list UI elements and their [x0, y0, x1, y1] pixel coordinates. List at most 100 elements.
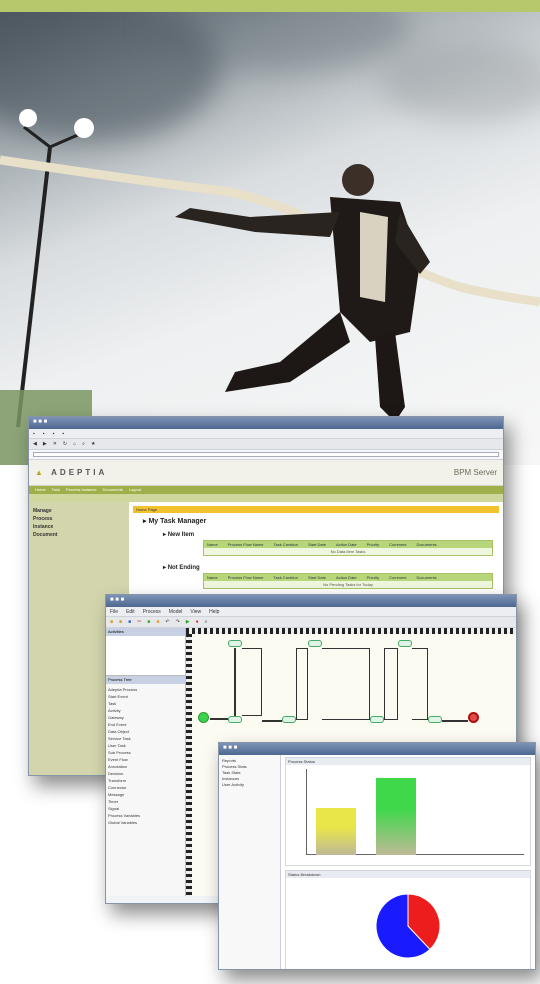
menu-item[interactable]: Help [209, 609, 219, 615]
menu-item[interactable]: Model [169, 609, 183, 615]
column-header[interactable]: Priority [367, 542, 379, 547]
panel-title: Process Status [286, 758, 530, 765]
ruler-top [186, 628, 516, 634]
tree-item[interactable]: Service Task [108, 735, 183, 742]
nav-home[interactable]: Home [35, 487, 46, 493]
tree-item[interactable]: End Event [108, 721, 183, 728]
tree-item[interactable]: Task [108, 700, 183, 707]
tree-item[interactable]: Event Flow [108, 756, 183, 763]
tree-item[interactable]: Activity [108, 707, 183, 714]
pending-section-heading[interactable]: ▸ Not Ending [163, 564, 499, 571]
tree-item[interactable]: Transform [108, 777, 183, 784]
refresh-icon[interactable]: ↻ [63, 441, 67, 447]
open-icon[interactable]: ■ [119, 619, 122, 625]
task-node[interactable] [370, 716, 384, 723]
logo-mark-icon: ▲ [35, 468, 46, 477]
favorites-icon[interactable]: ★ [91, 441, 95, 447]
home-icon[interactable]: ⌂ [73, 441, 76, 447]
tree-item[interactable]: Timer [108, 798, 183, 805]
tree-item[interactable]: Sub Process [108, 749, 183, 756]
sidebar-item-manage[interactable]: Manage [33, 508, 125, 514]
process-tree: Adeptia Process Start Event Task Activit… [106, 684, 185, 828]
tree-item[interactable]: Connector [108, 784, 183, 791]
tree-item[interactable]: Annotation [108, 763, 183, 770]
column-header[interactable]: Priority [367, 575, 379, 580]
menu-item[interactable]: ▪ [62, 431, 64, 437]
column-header[interactable]: Start Date [308, 542, 326, 547]
column-header[interactable]: Comment [389, 575, 406, 580]
task-node[interactable] [308, 640, 322, 647]
save-icon[interactable]: ■ [128, 619, 131, 625]
task-node[interactable] [282, 716, 296, 723]
zoom-icon[interactable]: ⌕ [205, 619, 208, 625]
menu-item[interactable]: ▪ [43, 431, 45, 437]
new-icon[interactable]: ■ [110, 619, 113, 625]
column-header[interactable]: Name [207, 575, 218, 580]
address-input[interactable] [33, 452, 499, 457]
tree-item[interactable]: User Task [108, 742, 183, 749]
back-icon[interactable]: ◀ [33, 441, 37, 447]
tree-item[interactable]: Gateway [108, 714, 183, 721]
start-event[interactable] [198, 712, 209, 723]
tree-item[interactable]: Start Event [108, 693, 183, 700]
sequence-flow [210, 718, 228, 720]
new-section-heading[interactable]: ▸ New Item [163, 531, 499, 538]
bar-completed[interactable] [316, 808, 356, 855]
column-header[interactable]: Documents [416, 542, 436, 547]
address-bar [29, 450, 503, 460]
menu-item[interactable]: View [190, 609, 201, 615]
column-header[interactable]: Action Date [336, 542, 357, 547]
sidebar-item-document[interactable]: Document [33, 532, 125, 538]
tree-item[interactable]: Decision [108, 770, 183, 777]
menu-item[interactable]: Edit [126, 609, 135, 615]
copy-icon[interactable]: ■ [147, 619, 150, 625]
tree-item[interactable]: Process Variables [108, 812, 183, 819]
column-header[interactable]: Task Creation [273, 542, 297, 547]
column-header[interactable]: Documents [416, 575, 436, 580]
menu-item[interactable]: ▪ [33, 431, 35, 437]
run-icon[interactable]: ▶ [186, 619, 190, 625]
task-node[interactable] [398, 640, 412, 647]
forward-icon[interactable]: ▶ [43, 441, 47, 447]
tree-item[interactable]: Data Object [108, 728, 183, 735]
tree-item[interactable]: Adeptia Process [108, 686, 183, 693]
tree-item[interactable]: Signal [108, 805, 183, 812]
menu-item[interactable]: File [110, 609, 118, 615]
menu-item[interactable]: ▪ [53, 431, 55, 437]
task-node[interactable] [228, 716, 242, 723]
bar-chart [286, 765, 530, 865]
nav-logout[interactable]: Logout [129, 487, 141, 493]
column-header[interactable]: Action Date [336, 575, 357, 580]
menu-item[interactable]: Process [143, 609, 161, 615]
column-header[interactable]: Start Date [308, 575, 326, 580]
search-icon[interactable]: ⌕ [82, 441, 85, 447]
tree-item[interactable]: Global Variables [108, 819, 183, 826]
column-header[interactable]: Comment [389, 542, 406, 547]
column-header[interactable]: Process Flow Name [228, 542, 264, 547]
undo-icon[interactable]: ↶ [165, 619, 169, 625]
tree-item[interactable]: Message [108, 791, 183, 798]
ruler-left [186, 634, 192, 896]
stop-icon[interactable]: ● [196, 619, 199, 625]
panel-title: Status Breakdown [286, 871, 530, 878]
column-header[interactable]: Process Flow Name [228, 575, 264, 580]
redo-icon[interactable]: ↷ [176, 619, 180, 625]
column-header[interactable]: Name [207, 542, 218, 547]
nav-process-instance[interactable]: Process Instance [66, 487, 97, 493]
sidebar-item-process[interactable]: Process [33, 516, 125, 522]
task-node[interactable] [428, 716, 442, 723]
activities-list[interactable] [106, 636, 185, 676]
nav-documents[interactable]: Documents [103, 487, 123, 493]
pie-chart-wrap [286, 878, 530, 969]
task-node[interactable] [228, 640, 242, 647]
paste-icon[interactable]: ■ [156, 619, 159, 625]
reports-window: ■ ■ ■ Reports Process Stats Task Stats I… [218, 742, 536, 970]
tree-item[interactable]: User Activity [222, 782, 277, 788]
bar-running[interactable] [376, 778, 416, 855]
column-header[interactable]: Task Creation [273, 575, 297, 580]
end-event[interactable] [468, 712, 479, 723]
stop-icon[interactable]: ✕ [53, 441, 57, 447]
cut-icon[interactable]: ✂ [137, 619, 141, 625]
sidebar-item-instance[interactable]: Instance [33, 524, 125, 530]
nav-task[interactable]: Task [52, 487, 60, 493]
